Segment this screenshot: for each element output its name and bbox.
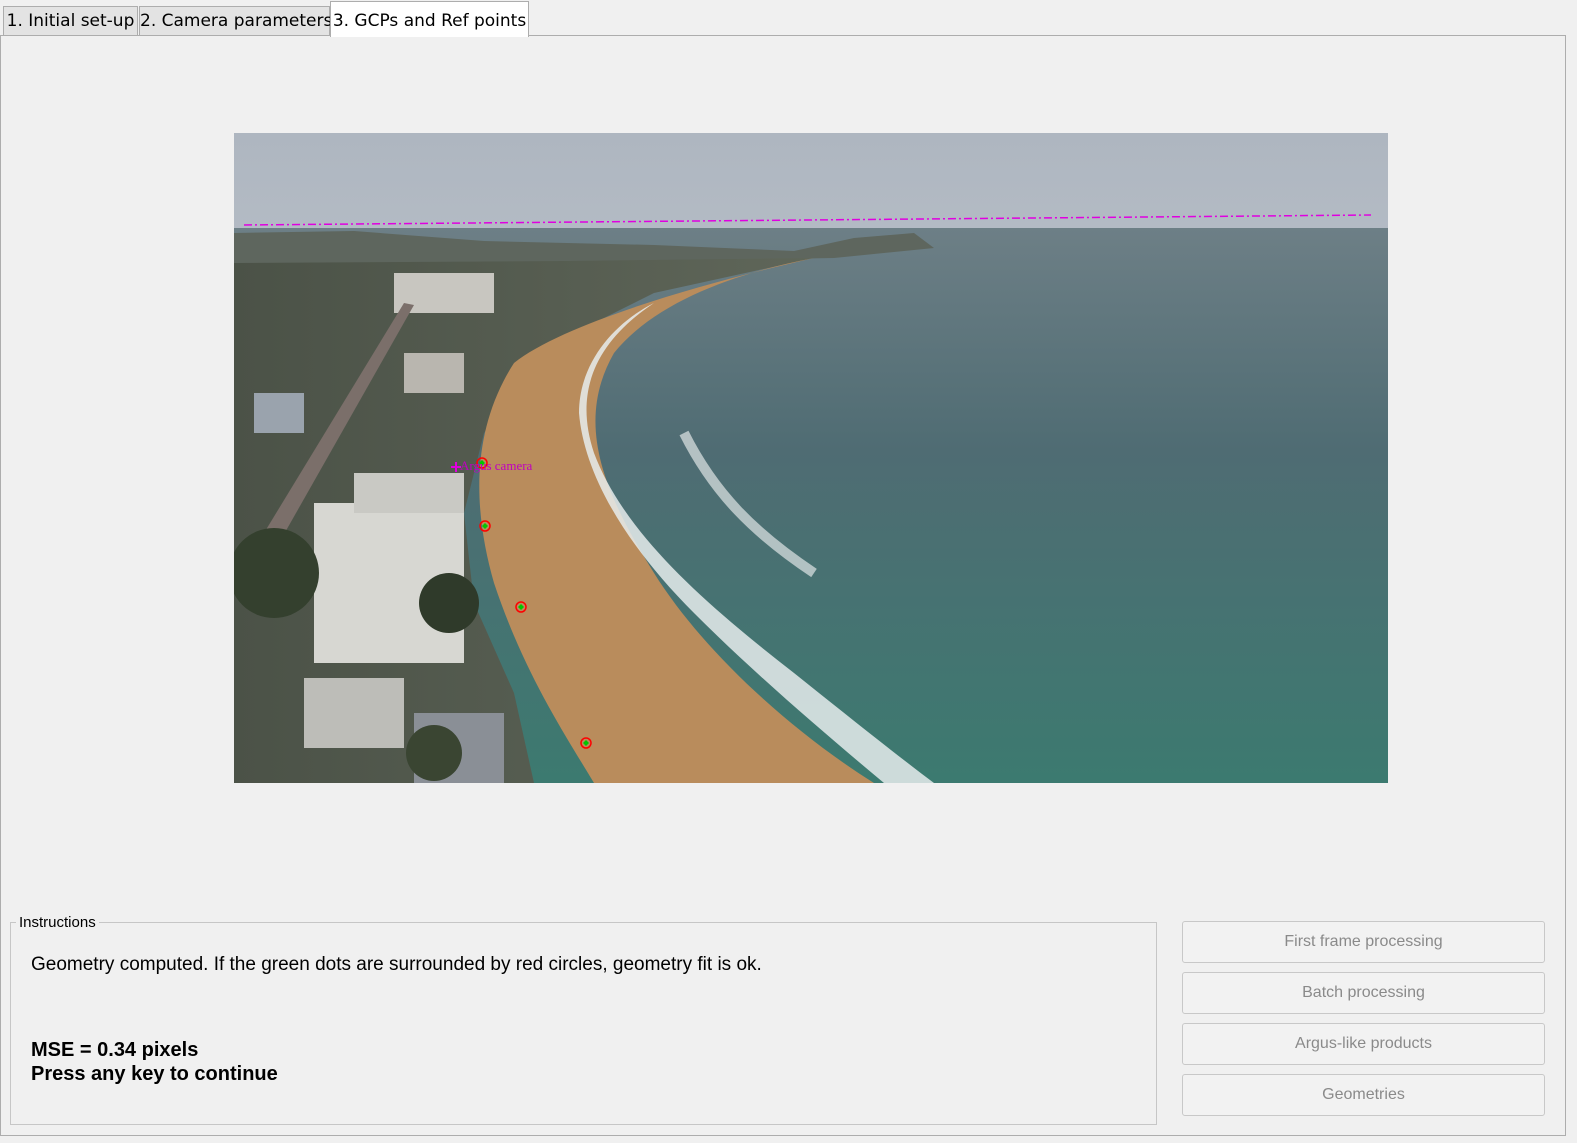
instructions-result: MSE = 0.34 pixels Press any key to conti…	[31, 1038, 278, 1086]
continue-prompt: Press any key to continue	[31, 1063, 278, 1085]
argus-like-products-button[interactable]: Argus-like products	[1182, 1023, 1545, 1065]
instructions-group	[10, 922, 1157, 1125]
tab-gcps-ref-points[interactable]: 3. GCPs and Ref points	[330, 1, 529, 37]
tab-camera-parameters[interactable]: 2. Camera parameters	[139, 6, 332, 35]
mse-text: MSE = 0.34 pixels	[31, 1039, 199, 1061]
instructions-message: Geometry computed. If the green dots are…	[31, 954, 762, 975]
instructions-title: Instructions	[16, 914, 99, 931]
camera-image-viewer[interactable]	[234, 133, 1388, 783]
geometries-button[interactable]: Geometries	[1182, 1074, 1545, 1116]
tab-initial-setup[interactable]: 1. Initial set-up	[3, 6, 138, 35]
beach-photo	[234, 133, 1388, 783]
tab-bar: 1. Initial set-up 2. Camera parameters 3…	[0, 0, 1577, 37]
argus-camera-label: Argus camera	[460, 458, 533, 473]
first-frame-processing-button[interactable]: First frame processing	[1182, 921, 1545, 963]
batch-processing-button[interactable]: Batch processing	[1182, 972, 1545, 1014]
